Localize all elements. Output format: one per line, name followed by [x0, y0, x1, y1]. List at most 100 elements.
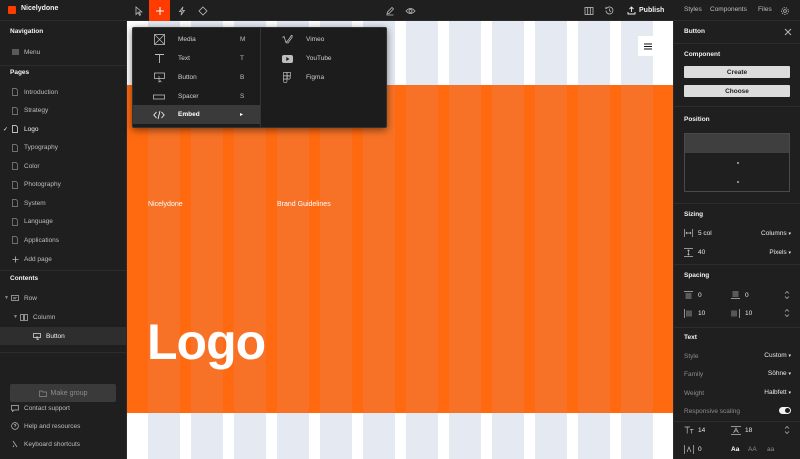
page-icon [11, 180, 19, 189]
position-top-selected[interactable] [685, 134, 789, 153]
left-sidebar: Navigation Menu Pages Introduction Strate… [0, 21, 127, 459]
menu-item-text[interactable]: Text T [133, 49, 260, 68]
page-item-typography[interactable]: Typography [0, 139, 126, 157]
settings-gear-icon[interactable] [774, 0, 795, 21]
tab-files[interactable]: Files [758, 6, 772, 13]
responsive-scaling-label: Responsive scaling [684, 408, 741, 415]
publish-button[interactable]: Publish [627, 3, 669, 18]
pages-heading: Pages [10, 69, 30, 76]
embed-icon [153, 109, 165, 121]
add-element-menu: Media M Text T Button B Spacer S Embed ▸… [132, 27, 387, 128]
page-item-system[interactable]: System [0, 194, 126, 212]
caret-down-icon: ▼ [4, 295, 9, 301]
width-unit-select[interactable]: Columns ▾ [761, 230, 791, 237]
edit-pen-icon[interactable] [379, 0, 400, 21]
text-stepper-icon[interactable] [784, 425, 790, 435]
add-page-button[interactable]: Add page [0, 250, 126, 268]
grid-column-guide [578, 85, 610, 413]
page-icon [11, 199, 19, 207]
height-value[interactable]: 40 [698, 249, 705, 256]
page-item-language[interactable]: Language [0, 213, 126, 231]
choose-component-button[interactable]: Choose [684, 85, 790, 97]
responsive-scaling-toggle[interactable] [779, 407, 791, 414]
line-height-value[interactable]: 18 [745, 427, 752, 434]
page-item-strategy[interactable]: Strategy [0, 102, 126, 120]
history-icon[interactable] [599, 0, 620, 21]
link-vertical-stepper-icon[interactable] [784, 290, 790, 300]
height-unit-select[interactable]: Pixels ▾ [769, 249, 791, 256]
page-icon [11, 88, 19, 96]
letter-spacing-value[interactable]: 0 [698, 446, 702, 453]
create-component-button[interactable]: Create [684, 66, 790, 78]
add-element-icon[interactable] [149, 0, 170, 21]
help-resources-link[interactable]: Help and resources [0, 417, 126, 435]
weight-label: Weight [684, 390, 705, 397]
caret-down-icon: ▼ [13, 314, 18, 320]
caret-down-icon: ▾ [788, 390, 791, 396]
case-option-sentence[interactable]: Aa [731, 446, 739, 453]
grid-column-guide [492, 85, 524, 413]
text-heading: Text [684, 334, 697, 341]
width-value[interactable]: 5 col [698, 230, 712, 237]
weight-select[interactable]: Halbfett ▾ [764, 389, 791, 396]
menu-item-spacer[interactable]: Spacer S [133, 87, 260, 106]
padding-right-icon [731, 309, 740, 318]
menu-item[interactable]: Menu [0, 43, 126, 61]
tree-item-row[interactable]: ▼ Row [0, 289, 126, 307]
family-select[interactable]: Söhne ▾ [768, 370, 791, 377]
position-picker[interactable] [684, 133, 790, 192]
grid-column-guide [320, 85, 352, 413]
site-name-link[interactable]: Nicelydone [148, 201, 183, 208]
case-option-upper[interactable]: AA [748, 446, 757, 453]
page-item-introduction[interactable]: Introduction [0, 83, 126, 101]
tree-item-column[interactable]: ▼ Column [0, 308, 126, 326]
case-option-lower[interactable]: aa [767, 446, 774, 453]
shortcut-icon [11, 440, 19, 448]
page-icon [11, 217, 19, 226]
spacer-icon [153, 91, 165, 103]
page-item-applications[interactable]: Applications [0, 231, 126, 249]
hamburger-menu-icon[interactable] [638, 36, 658, 56]
padding-right-value[interactable]: 10 [745, 310, 752, 317]
link-horizontal-stepper-icon[interactable] [784, 308, 790, 318]
font-size-value[interactable]: 14 [698, 427, 705, 434]
column-layout-icon [20, 313, 28, 321]
page-item-color[interactable]: Color [0, 157, 126, 175]
menu-item-media[interactable]: Media M [133, 30, 260, 49]
tab-components[interactable]: Components [710, 6, 747, 13]
font-size-icon [684, 426, 694, 434]
style-select[interactable]: Custom ▾ [764, 352, 791, 359]
style-label: Style [684, 353, 699, 360]
figma-icon [281, 72, 293, 84]
tab-styles[interactable]: Styles [684, 6, 702, 13]
padding-left-value[interactable]: 10 [698, 310, 705, 317]
interactions-icon[interactable] [171, 0, 192, 21]
menu-item-embed[interactable]: Embed ▸ [133, 105, 260, 124]
page-item-photography[interactable]: Photography [0, 176, 126, 194]
menu-item-button[interactable]: Button B [133, 68, 260, 87]
close-icon[interactable] [784, 28, 792, 36]
grid-column-guide [449, 85, 481, 413]
page-item-logo[interactable]: ✓ Logo [0, 120, 126, 138]
select-tool-icon[interactable] [128, 0, 149, 21]
components-diamond-icon[interactable] [192, 0, 213, 21]
padding-top-value[interactable]: 0 [698, 292, 702, 299]
padding-bottom-value[interactable]: 0 [745, 292, 749, 299]
grid-columns-icon[interactable] [578, 0, 599, 21]
padding-bottom-icon [731, 291, 740, 299]
submenu-item-youtube[interactable]: YouTube [261, 49, 386, 68]
project-name[interactable]: Nicelydone [21, 5, 58, 12]
contact-support-link[interactable]: Contact support [0, 399, 126, 417]
hero-title: Logo [147, 314, 266, 370]
keyboard-shortcuts-link[interactable]: Keyboard shortcuts [0, 435, 126, 453]
padding-top-icon [684, 291, 693, 299]
height-icon [684, 248, 693, 257]
submenu-item-figma[interactable]: Figma [261, 68, 386, 87]
tree-item-button[interactable]: Button [0, 327, 126, 345]
brand-guidelines-link[interactable]: Brand Guidelines [277, 201, 331, 208]
menu-lines-icon [11, 48, 19, 56]
submenu-arrow-icon: ▸ [240, 112, 244, 118]
hero-section[interactable]: Nicelydone Brand Guidelines Logo [127, 85, 673, 413]
preview-eye-icon[interactable] [400, 0, 421, 21]
submenu-item-vimeo[interactable]: Vimeo [261, 30, 386, 49]
